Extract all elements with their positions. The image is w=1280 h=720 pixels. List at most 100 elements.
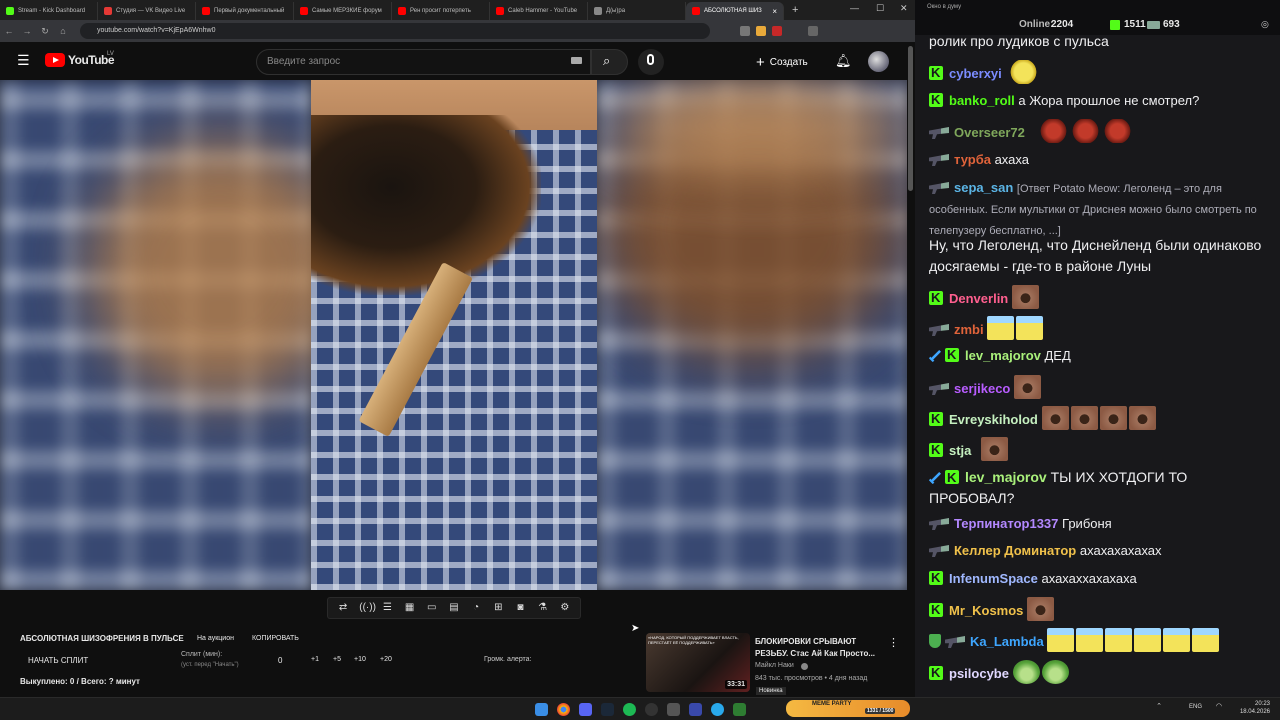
wifi-icon[interactable]: ◠ bbox=[1216, 703, 1222, 711]
browser-tab[interactable]: Caleb Hammer - YouTube bbox=[490, 2, 588, 20]
screenshot-camera-icon[interactable]: ◙ bbox=[514, 602, 526, 614]
address-bar-row: ← → ↻ ⌂ youtube.com/watch?v=KjEpA6Wnhw0 … bbox=[0, 20, 915, 56]
clock-date[interactable]: 18.04.2026 bbox=[1240, 708, 1270, 716]
chat-username[interactable]: Denverlin bbox=[949, 291, 1008, 306]
chat-username[interactable]: banko_roll bbox=[949, 93, 1015, 108]
browser-tab[interactable]: Самые МЕРЗКИЕ форум bbox=[294, 2, 392, 20]
app-icon[interactable] bbox=[689, 703, 702, 716]
chat-username[interactable]: sepa_san bbox=[954, 180, 1013, 195]
back-icon[interactable]: ← bbox=[0, 26, 18, 36]
chat-username[interactable]: zmbi bbox=[954, 322, 984, 337]
chat-settings-icon[interactable]: ◎ bbox=[1261, 19, 1269, 30]
meme-party-label: MEME PARTY bbox=[812, 701, 852, 707]
recommendation-thumbnail[interactable]: «НАРОД, КОТОРЫЙ ПОДДЕРЖИВАЕТ ВЛАСТЬ, ПЕР… bbox=[646, 633, 750, 692]
extension-icon[interactable] bbox=[740, 26, 750, 36]
chat-username[interactable]: Mr_Kosmos bbox=[949, 603, 1023, 618]
chat-username[interactable]: Ka_Lambda bbox=[970, 634, 1044, 649]
chat-username[interactable]: stja bbox=[949, 443, 971, 458]
notifications-bell-icon[interactable]: 🔔︎ bbox=[835, 53, 852, 69]
url-field[interactable]: youtube.com/watch?v=KjEpA6Wnhw0 bbox=[80, 23, 710, 39]
app-icon[interactable] bbox=[733, 703, 746, 716]
frame-icon[interactable]: ▭ bbox=[426, 602, 438, 614]
increment-5-button[interactable]: +5 bbox=[333, 656, 341, 663]
recommendation-title-line[interactable]: БЛОКИРОВКИ СРЫВАЮТ РЕЗЬБУ. Стас Ай Как П… bbox=[755, 636, 883, 660]
youtube-favicon-icon bbox=[496, 7, 504, 15]
browser-tab[interactable]: Stream - Kick Dashboard bbox=[0, 2, 98, 20]
extension-icon[interactable] bbox=[756, 26, 766, 36]
chat-username[interactable]: InfenumSpace bbox=[949, 571, 1038, 586]
create-button[interactable]: + Создать bbox=[756, 52, 808, 72]
language-indicator[interactable]: ENG bbox=[1189, 703, 1202, 711]
broadcast-icon[interactable]: ((·)) bbox=[359, 602, 376, 614]
close-tab-icon[interactable]: × bbox=[772, 7, 777, 16]
browser-tab[interactable]: Студия — VK Видео Live bbox=[98, 2, 196, 20]
copy-button[interactable]: КОПИРОВАТЬ bbox=[252, 635, 299, 642]
hamburger-menu-icon[interactable]: ☰ bbox=[17, 52, 30, 69]
search-input[interactable]: Введите запрос bbox=[256, 49, 591, 75]
chat-username[interactable]: Evreyskiholod bbox=[949, 412, 1038, 427]
auction-button[interactable]: На аукцион bbox=[197, 635, 234, 642]
chat-username[interactable]: Келлер Доминатор bbox=[954, 543, 1076, 558]
meme-party-widget[interactable]: MEME PARTY 1331 / 1500 bbox=[786, 700, 910, 717]
clapper-icon[interactable]: ▦ bbox=[404, 602, 416, 614]
chat-message: Overseer72 bbox=[929, 119, 1264, 143]
youtube-logo[interactable]: YouTube bbox=[45, 53, 115, 67]
chat-username[interactable]: lev_majorov bbox=[965, 348, 1041, 363]
add-clip-icon[interactable]: ⊞ bbox=[492, 602, 504, 614]
chat-username[interactable]: Терпинатор1337 bbox=[954, 516, 1058, 531]
browser-tab[interactable]: Первый документальный bbox=[196, 2, 294, 20]
spotify-icon[interactable] bbox=[623, 703, 636, 716]
new-tab-icon[interactable]: + bbox=[792, 4, 798, 16]
reload-icon[interactable]: ↻ bbox=[36, 26, 54, 37]
chat-username[interactable]: serjikeco bbox=[954, 381, 1010, 396]
video-player[interactable] bbox=[0, 80, 907, 590]
page-scrollbar[interactable] bbox=[908, 46, 913, 191]
chat-username[interactable]: lev_majorov bbox=[965, 469, 1047, 485]
minimize-icon[interactable]: — bbox=[850, 3, 859, 13]
chat-username[interactable]: турба bbox=[954, 152, 991, 167]
app-icon[interactable] bbox=[667, 703, 680, 716]
increment-20-button[interactable]: +20 bbox=[380, 656, 392, 663]
home-icon[interactable]: ⌂ bbox=[54, 26, 72, 36]
flask-icon[interactable]: ⚗ bbox=[537, 602, 549, 614]
split-value[interactable]: 0 bbox=[278, 656, 282, 665]
start-split-button[interactable]: НАЧАТЬ СПЛИТ bbox=[28, 656, 88, 665]
chat-username[interactable]: psilocybe bbox=[949, 666, 1009, 681]
loop-icon[interactable]: ⇄ bbox=[337, 602, 349, 614]
search-button[interactable]: ⌕ bbox=[591, 49, 628, 75]
chat-message: Denverlin bbox=[929, 285, 1264, 309]
extension-icon[interactable] bbox=[808, 26, 818, 36]
browser-tab[interactable]: Рен просит потерпеть bbox=[392, 2, 490, 20]
chat-username[interactable]: Overseer72 bbox=[954, 125, 1025, 140]
telegram-icon[interactable] bbox=[711, 703, 724, 716]
voice-search-button[interactable] bbox=[638, 49, 664, 75]
duration-badge: 33:31 bbox=[725, 680, 747, 689]
windows-start-icon[interactable] bbox=[535, 703, 548, 716]
speed-gauge-icon[interactable]: ◔ bbox=[470, 602, 482, 614]
more-options-icon[interactable]: ⋮ bbox=[888, 636, 899, 649]
discord-icon[interactable] bbox=[579, 703, 592, 716]
increment-1-button[interactable]: +1 bbox=[311, 656, 319, 663]
settings-gear-icon[interactable]: ⚙ bbox=[559, 602, 571, 614]
avatar[interactable] bbox=[868, 51, 889, 72]
youtube-favicon-icon bbox=[692, 7, 700, 15]
steam-icon[interactable] bbox=[601, 703, 614, 716]
close-window-icon[interactable]: ✕ bbox=[900, 3, 908, 14]
youtube-play-icon bbox=[45, 53, 65, 67]
online-label: Online: bbox=[1019, 19, 1054, 30]
browser-tab-active[interactable]: АБСОЛЮТНАЯ ШИЗ × bbox=[686, 2, 784, 20]
maximize-icon[interactable]: ☐ bbox=[876, 3, 884, 14]
extension-icon[interactable] bbox=[772, 26, 782, 36]
tray-chevron-icon[interactable]: ⌃ bbox=[1156, 703, 1162, 711]
increment-10-button[interactable]: +10 bbox=[354, 656, 366, 663]
chrome-icon[interactable] bbox=[557, 703, 570, 716]
obs-icon[interactable] bbox=[645, 703, 658, 716]
filmstrip-icon[interactable]: ▤ bbox=[448, 602, 460, 614]
recommendation-channel[interactable]: Майкл Наки bbox=[755, 662, 794, 669]
forward-icon[interactable]: → bbox=[18, 26, 36, 36]
clock-time[interactable]: 20:23 bbox=[1255, 700, 1270, 708]
keyboard-icon[interactable] bbox=[571, 57, 582, 64]
browser-tab[interactable]: Д(ы)ра bbox=[588, 2, 686, 20]
chat-username[interactable]: cyberxyi bbox=[949, 66, 1002, 81]
playlist-icon[interactable]: ☰ bbox=[381, 602, 393, 614]
